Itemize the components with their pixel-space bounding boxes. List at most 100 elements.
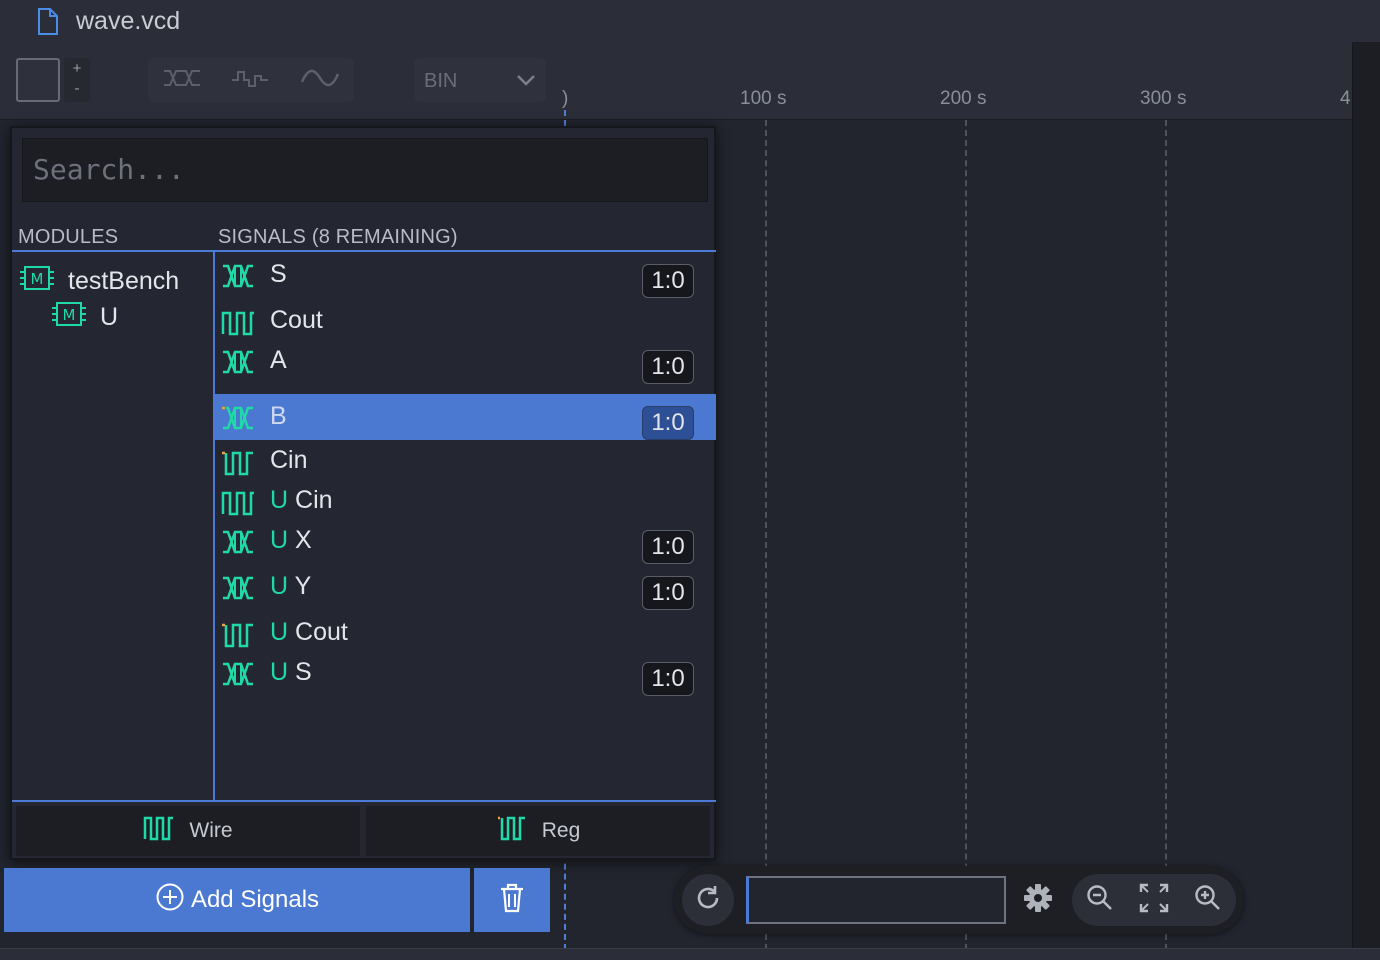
bit-range-badge: 1:0 xyxy=(642,264,694,298)
bus-signal-icon xyxy=(221,576,255,605)
signal-label: Y xyxy=(294,572,312,600)
reg-icon xyxy=(221,450,255,481)
gear-icon xyxy=(1022,882,1054,919)
step-wave-button[interactable] xyxy=(220,58,280,102)
signal-name: Cin xyxy=(270,446,308,475)
expand-icon xyxy=(1139,883,1169,918)
chevron-down-icon xyxy=(514,68,538,97)
signal-label: Cin xyxy=(295,486,333,514)
tick-label: 200 s xyxy=(940,88,987,109)
bus-signal-icon xyxy=(221,530,255,559)
bit-range-badge: 1:0 xyxy=(642,530,694,564)
wire-icon xyxy=(143,815,175,847)
settings-button[interactable] xyxy=(1018,876,1058,924)
signal-scope-prefix: U xyxy=(270,526,289,554)
scrollbar[interactable] xyxy=(1352,42,1380,950)
module-icon: M xyxy=(20,264,54,299)
bus-reg-signal-icon xyxy=(221,406,255,435)
step-wave-icon xyxy=(230,68,270,93)
tab-bar: wave.vcd xyxy=(0,0,1380,42)
signals-header: SIGNALS (8 REMAINING) xyxy=(218,226,458,248)
module-icon: M xyxy=(52,300,86,335)
bit-range-badge: 1:0 xyxy=(642,406,694,440)
signal-scope-prefix: U xyxy=(270,618,289,646)
add-signals-button[interactable]: Add Signals xyxy=(4,868,470,932)
wire-icon xyxy=(221,490,255,521)
signal-label: Cin xyxy=(270,446,308,474)
signal-name: U Y xyxy=(270,572,311,601)
signal-row[interactable]: U Cout xyxy=(215,610,716,650)
divider xyxy=(12,800,716,802)
bottom-toolbar xyxy=(674,866,1244,934)
bit-range-badge: 1:0 xyxy=(642,576,694,610)
zoom-in-button[interactable] xyxy=(1182,874,1234,926)
signal-row[interactable]: U S 1:0 xyxy=(215,650,716,696)
signal-row[interactable]: Cout xyxy=(215,298,716,338)
grid-line xyxy=(965,120,967,950)
time-input[interactable] xyxy=(746,876,1006,924)
reg-filter-button[interactable]: Reg xyxy=(366,806,710,856)
analog-wave-button[interactable] xyxy=(290,58,350,102)
reload-button[interactable] xyxy=(682,874,734,926)
signal-name: A xyxy=(270,346,287,375)
status-strip xyxy=(0,948,1380,960)
signal-name: U Cin xyxy=(270,486,333,515)
modules-header: MODULES xyxy=(18,226,119,248)
tick-label: 300 s xyxy=(1140,88,1187,109)
grid-line xyxy=(1165,120,1167,950)
tick-label: ) xyxy=(562,88,569,109)
module-label: testBench xyxy=(68,267,180,295)
module-item-testbench[interactable]: M testBench xyxy=(20,264,179,299)
bit-range-badge: 1:0 xyxy=(642,350,694,384)
fit-view-button[interactable] xyxy=(1128,874,1180,926)
bus-wave-button[interactable] xyxy=(152,58,212,102)
color-picker[interactable] xyxy=(16,58,60,102)
wire-filter-button[interactable]: Wire xyxy=(16,806,360,856)
signal-scope-prefix: U xyxy=(270,658,289,686)
signal-row[interactable]: U X 1:0 xyxy=(215,518,716,564)
module-label: U xyxy=(100,303,119,331)
tick-label: 4 xyxy=(1340,88,1351,109)
tab-wave-vcd[interactable]: wave.vcd xyxy=(0,0,180,42)
signal-name: Cout xyxy=(270,306,323,335)
reg-filter-label: Reg xyxy=(541,819,581,842)
signal-row[interactable]: U Cin xyxy=(215,478,716,518)
wire-filter-label: Wire xyxy=(189,819,233,842)
signal-label: B xyxy=(270,402,287,430)
delete-button[interactable] xyxy=(474,868,550,932)
module-item-u[interactable]: M U xyxy=(52,300,118,335)
tab-label: wave.vcd xyxy=(76,6,181,35)
signal-picker-popup: Search... MODULES SIGNALS (8 REMAINING) … xyxy=(10,126,716,860)
tick-label: 100 s xyxy=(740,88,787,109)
signal-row[interactable]: S 1:0 xyxy=(215,252,716,298)
height-stepper[interactable]: + - xyxy=(64,58,90,102)
signal-name: U S xyxy=(270,658,312,687)
signal-label: A xyxy=(270,346,287,374)
time-ruler[interactable]: ) 100 s 200 s 300 s 4 xyxy=(560,80,1360,120)
signal-row[interactable]: Cin xyxy=(215,438,716,478)
signal-row[interactable]: U Y 1:0 xyxy=(215,564,716,610)
reg-icon xyxy=(221,622,255,653)
signal-label: Cout xyxy=(295,618,348,646)
zoom-in-icon xyxy=(1194,884,1222,917)
bus-signal-icon xyxy=(221,350,255,379)
signal-name: U Cout xyxy=(270,618,348,647)
signal-row[interactable]: B 1:0 xyxy=(215,394,716,440)
bus-signal-icon xyxy=(221,264,255,293)
decrease-button[interactable]: - xyxy=(64,80,90,97)
zoom-out-button[interactable] xyxy=(1074,874,1126,926)
increase-button[interactable]: + xyxy=(64,60,90,77)
signal-label: Cout xyxy=(270,306,323,334)
signal-name: S xyxy=(270,260,287,289)
svg-text:M: M xyxy=(31,270,44,288)
number-base-select[interactable]: BIN xyxy=(414,58,546,102)
wave-style-group xyxy=(148,58,354,102)
grid-line xyxy=(765,120,767,950)
signal-label: X xyxy=(295,526,312,554)
signal-name: U X xyxy=(270,526,312,555)
reg-icon xyxy=(496,815,528,847)
signal-row[interactable]: A 1:0 xyxy=(215,338,716,384)
signal-label: S xyxy=(295,658,312,686)
search-input[interactable]: Search... xyxy=(22,138,708,202)
add-signals-label: Add Signals xyxy=(190,886,320,913)
